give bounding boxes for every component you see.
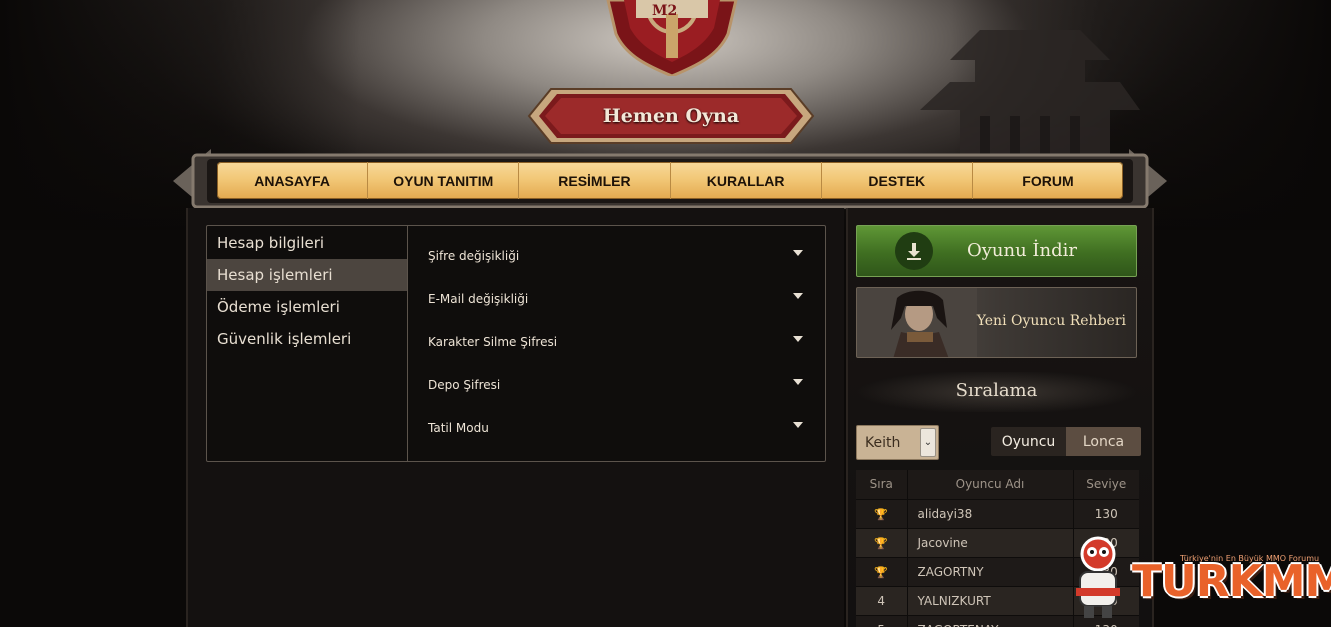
- silver-trophy-icon: 🏆: [874, 536, 889, 550]
- nav-item-support[interactable]: DESTEK: [822, 162, 973, 199]
- rank-cell: 🏆: [856, 498, 908, 528]
- main-nav: ANASAYFA OYUN TANITIM RESİMLER KURALLAR …: [217, 162, 1123, 199]
- account-menu-info[interactable]: Hesap bilgileri: [207, 227, 407, 259]
- action-label: Karakter Silme Şifresi: [428, 334, 558, 349]
- table-header-row: Sıra Oyuncu Adı Seviye: [856, 470, 1139, 499]
- action-label: Depo Şifresi: [428, 377, 501, 392]
- action-label: Şifre değişikliği: [428, 248, 520, 263]
- pagoda-illustration: [920, 30, 1140, 160]
- nav-item-game-intro[interactable]: OYUN TANITIM: [368, 162, 520, 199]
- nav-item-images[interactable]: RESİMLER: [519, 162, 671, 199]
- header-player-name: Oyuncu Adı: [907, 470, 1073, 499]
- action-label: Tatil Modu: [428, 420, 489, 435]
- player-name-cell: ZAGORTNY: [907, 556, 1073, 586]
- caret-down-icon: [793, 249, 803, 256]
- action-vacation-mode[interactable]: Tatil Modu: [408, 406, 825, 449]
- emblem-text: M2: [652, 3, 677, 19]
- play-button-frame[interactable]: Hemen Oyna: [527, 87, 815, 145]
- ranking-title: Sıralama: [955, 380, 1038, 401]
- turkmmo-watermark: Türkiye'nin En Büyük MMO Forumu TURKMMO: [1060, 530, 1331, 627]
- download-game-button[interactable]: Oyunu İndir: [856, 225, 1137, 277]
- rank-cell: 🏆: [856, 556, 908, 586]
- chevron-down-icon: ⌄: [920, 428, 936, 457]
- account-menu: Hesap bilgileri Hesap işlemleri Ödeme iş…: [207, 226, 408, 461]
- account-menu-payment[interactable]: Ödeme işlemleri: [207, 291, 407, 323]
- watermark-brand: TURKMMO: [1132, 556, 1331, 607]
- caret-down-icon: [793, 421, 803, 428]
- caret-down-icon: [793, 292, 803, 299]
- download-icon: [895, 232, 933, 270]
- new-player-guide-button[interactable]: Yeni Oyuncu Rehberi: [856, 287, 1137, 358]
- bronze-trophy-icon: 🏆: [874, 565, 889, 579]
- player-name-cell: Jacovine: [907, 527, 1073, 557]
- guide-character-image: [857, 288, 977, 357]
- server-select[interactable]: Keith ⌄: [856, 425, 939, 460]
- account-menu-security[interactable]: Güvenlik işlemleri: [207, 323, 407, 355]
- mascot-icon: [1076, 536, 1120, 618]
- caret-down-icon: [793, 335, 803, 342]
- gold-trophy-icon: 🏆: [874, 507, 889, 521]
- server-select-value: Keith: [865, 434, 901, 451]
- play-button[interactable]: Hemen Oyna: [527, 87, 815, 145]
- rank-cell: 🏆: [856, 527, 908, 557]
- header-rank: Sıra: [856, 470, 908, 499]
- nav-item-home[interactable]: ANASAYFA: [217, 162, 369, 199]
- account-box: Hesap bilgileri Hesap işlemleri Ödeme iş…: [206, 225, 826, 462]
- ranking-toggle: Oyuncu Lonca: [991, 427, 1141, 456]
- download-label: Oyunu İndir: [967, 240, 1078, 261]
- toggle-guild[interactable]: Lonca: [1066, 427, 1141, 456]
- toggle-player[interactable]: Oyuncu: [991, 427, 1066, 456]
- action-email-change[interactable]: E-Mail değişikliği: [408, 277, 825, 320]
- rank-cell: 5: [856, 614, 908, 627]
- player-name-cell: YALNIZKURT: [907, 585, 1073, 615]
- account-actions: Şifre değişikliği E-Mail değişikliği Kar…: [408, 226, 825, 461]
- table-row[interactable]: 🏆 alidayi38 130: [856, 498, 1139, 528]
- nav-item-forum[interactable]: FORUM: [973, 162, 1123, 199]
- action-password-change[interactable]: Şifre değişikliği: [408, 234, 825, 277]
- action-character-delete-password[interactable]: Karakter Silme Şifresi: [408, 320, 825, 363]
- account-menu-operations[interactable]: Hesap işlemleri: [207, 259, 407, 291]
- level-cell: 130: [1072, 498, 1139, 528]
- nav-item-rules[interactable]: KURALLAR: [671, 162, 822, 199]
- action-label: E-Mail değişikliği: [428, 291, 529, 306]
- game-emblem: M2: [606, 0, 738, 76]
- rank-cell: 4: [856, 585, 908, 615]
- player-name-cell: ZAGORTENAY: [907, 614, 1073, 627]
- action-storage-password[interactable]: Depo Şifresi: [408, 363, 825, 406]
- guide-label: Yeni Oyuncu Rehberi: [976, 313, 1126, 329]
- header-level: Seviye: [1072, 470, 1139, 499]
- caret-down-icon: [793, 378, 803, 385]
- player-name-cell: alidayi38: [907, 498, 1073, 528]
